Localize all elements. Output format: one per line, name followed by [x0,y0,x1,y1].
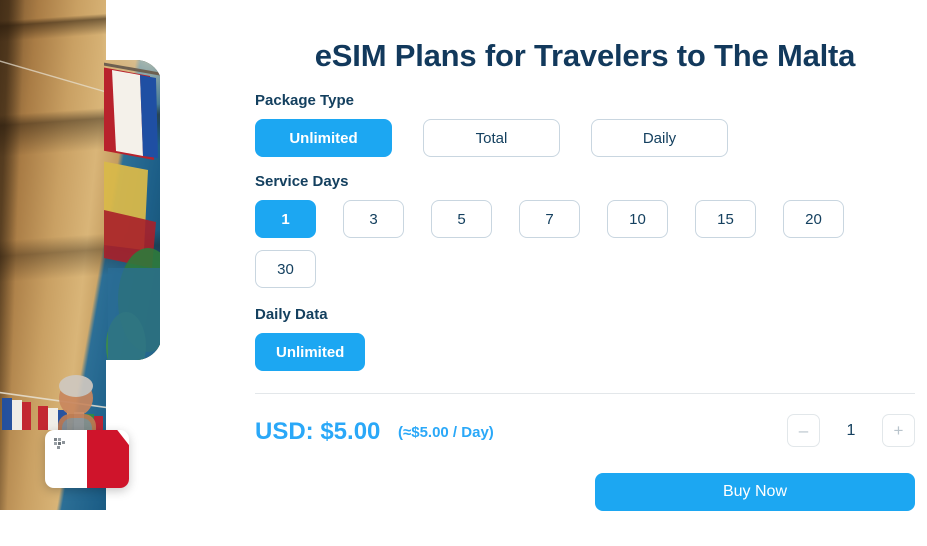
service-days-option-7[interactable]: 7 [519,200,580,238]
price-per-day: (≈$5.00 / Day) [398,424,494,441]
service-days-option-10[interactable]: 10 [607,200,668,238]
section-divider [255,393,915,394]
minus-icon: – [798,421,809,440]
daily-data-label: Daily Data [255,306,328,323]
service-days-option-3[interactable]: 3 [343,200,404,238]
daily-data-option-unlimited[interactable]: Unlimited [255,333,366,371]
esim-plan-page: eSIM Plans for Travelers to The Malta Pa… [0,0,927,546]
quantity-stepper: – 1 + [787,414,915,447]
hero-panel-flag-decoration [104,62,160,360]
plus-icon: + [893,421,904,440]
daily-data-section: Daily Data Unlimited [255,306,915,371]
service-days-option-1[interactable]: 1 [255,200,316,238]
package-type-option-daily[interactable]: Daily [591,119,728,157]
plan-configurator: eSIM Plans for Travelers to The Malta Pa… [255,0,915,511]
daily-data-options: Unlimited [255,333,915,371]
package-type-options: Unlimited Total Daily [255,119,915,157]
page-title: eSIM Plans for Travelers to The Malta [314,38,856,73]
package-type-option-total[interactable]: Total [423,119,560,157]
price-total: USD: $5.00 [255,418,381,445]
package-type-section: Package Type Unlimited Total Daily [255,92,915,157]
buy-now-row: Buy Now [255,473,915,511]
package-type-label: Package Type [255,92,354,109]
service-days-options: 1 3 5 7 10 15 20 30 [255,200,915,300]
price-row: USD: $5.00 (≈$5.00 / Day) – 1 + [255,414,915,456]
buy-now-button[interactable]: Buy Now [595,473,915,511]
quantity-value[interactable]: 1 [820,414,882,447]
service-days-option-15[interactable]: 15 [695,200,756,238]
flag-red-half [87,430,129,488]
quantity-increment-button[interactable]: + [882,414,915,447]
quantity-decrement-button[interactable]: – [787,414,820,447]
package-type-option-unlimited[interactable]: Unlimited [255,119,392,157]
service-days-option-30[interactable]: 30 [255,250,316,288]
service-days-label: Service Days [255,173,349,190]
service-days-option-5[interactable]: 5 [431,200,492,238]
service-days-section: Service Days 1 3 5 7 10 15 20 30 [255,173,915,300]
malta-flag-badge [45,430,129,488]
service-days-option-20[interactable]: 20 [783,200,844,238]
george-cross-icon [54,438,65,449]
hero-photo-panel [104,60,160,360]
